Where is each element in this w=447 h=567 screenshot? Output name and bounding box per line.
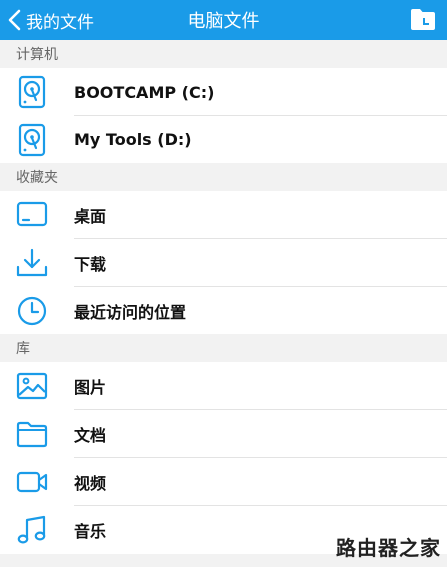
clock-icon	[14, 293, 50, 329]
watermark-logo: 路由器之家	[301, 527, 441, 561]
back-button[interactable]: 我的文件	[0, 0, 94, 40]
music-icon	[14, 512, 50, 548]
desktop-icon	[14, 197, 50, 233]
section-header-library: 库	[0, 334, 447, 362]
folder-icon	[411, 9, 435, 30]
library-item-documents[interactable]: 文档	[0, 410, 447, 458]
favorite-item-recent[interactable]: 最近访问的位置	[0, 287, 447, 334]
download-icon	[14, 245, 50, 281]
hard-drive-icon	[14, 122, 50, 158]
list-item-label: My Tools (D:)	[74, 130, 192, 149]
watermark-text: 路由器之家	[336, 538, 441, 560]
favorite-item-desktop[interactable]: 桌面	[0, 191, 447, 239]
list-item-label: 文档	[74, 426, 107, 445]
drive-item-c[interactable]: BOOTCAMP (C:)	[0, 68, 447, 116]
list-item-label: 视频	[74, 474, 107, 493]
new-folder-button[interactable]	[409, 6, 437, 32]
navbar: 我的文件 电脑文件	[0, 0, 447, 40]
hard-drive-icon	[14, 74, 50, 110]
folder-icon	[14, 416, 50, 452]
library-item-videos[interactable]: 视频	[0, 458, 447, 506]
list-item-label: 最近访问的位置	[74, 302, 187, 322]
chevron-left-icon	[8, 9, 21, 31]
list-item-label: BOOTCAMP (C:)	[74, 82, 215, 102]
library-item-pictures[interactable]: 图片	[0, 362, 447, 410]
video-icon	[14, 464, 50, 500]
list-item-label: 桌面	[74, 207, 107, 226]
list-item-label: 音乐	[74, 522, 107, 541]
back-label: 我的文件	[26, 12, 94, 33]
list-item-label: 下载	[74, 255, 107, 274]
section-header-favorites: 收藏夹	[0, 163, 447, 191]
section-header-computer: 计算机	[0, 40, 447, 68]
favorite-item-downloads[interactable]: 下载	[0, 239, 447, 287]
picture-icon	[14, 368, 50, 404]
drive-item-d[interactable]: My Tools (D:)	[0, 116, 447, 163]
list-item-label: 图片	[74, 378, 107, 397]
